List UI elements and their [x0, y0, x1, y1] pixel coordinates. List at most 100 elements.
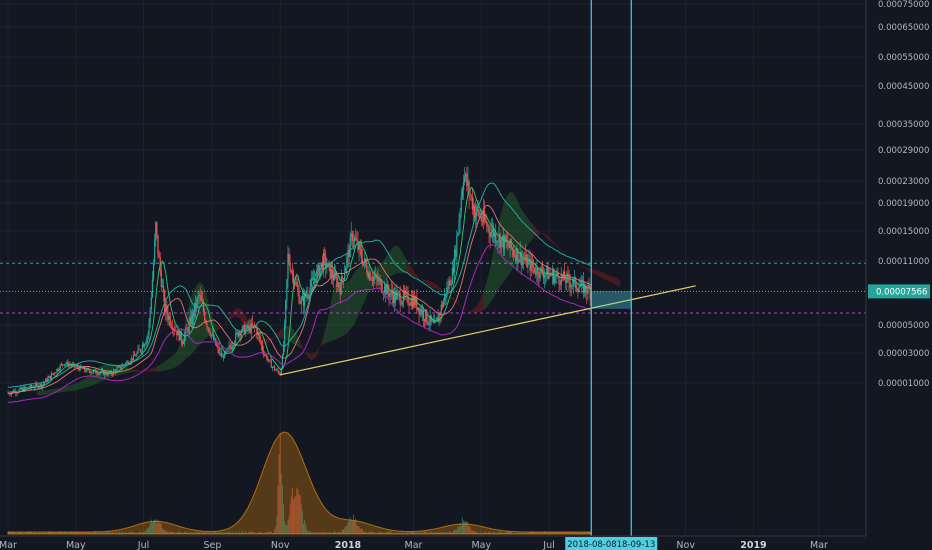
- candle-body: [135, 355, 137, 357]
- candle-body: [307, 294, 309, 297]
- candle-body: [175, 330, 177, 332]
- candle-body: [288, 253, 290, 264]
- cloud-segment: [46, 389, 51, 395]
- candle-body: [76, 365, 78, 367]
- candle-body: [50, 373, 52, 379]
- candle-body: [324, 253, 326, 257]
- volume-axis: -0.0000050-0.0000200-0.0000400-0.0000600…: [870, 0, 919, 3]
- candle-body: [576, 287, 578, 290]
- candle-body: [464, 176, 466, 182]
- time-tick-label: Sep: [203, 540, 221, 550]
- candle-body: [560, 274, 562, 285]
- candle-body: [361, 258, 363, 265]
- candle-body: [171, 327, 174, 331]
- candle-body: [368, 272, 370, 278]
- candle-body: [454, 249, 456, 273]
- candle-body: [260, 341, 262, 345]
- candle-body: [424, 319, 426, 322]
- cloud-segment: [310, 353, 314, 360]
- candle-body: [442, 300, 445, 307]
- candle-body: [330, 269, 332, 278]
- candle-body: [409, 304, 411, 306]
- candle-body: [570, 285, 572, 288]
- candle-body: [329, 263, 331, 278]
- candle-body: [414, 296, 416, 306]
- candle-body: [134, 354, 136, 356]
- cloud-segment: [43, 390, 47, 395]
- candle-body: [264, 354, 266, 356]
- cloud-segment: [526, 216, 531, 247]
- candle-body: [543, 275, 546, 279]
- candle-body: [372, 276, 375, 281]
- cloud-segment: [393, 245, 397, 275]
- candle-body: [589, 288, 591, 299]
- candle-body: [412, 296, 415, 308]
- time-tick-label: Nov: [676, 540, 695, 550]
- price-chart[interactable]: 0.000750000.000650000.000550000.00045000…: [0, 0, 932, 550]
- candle-body: [161, 286, 164, 288]
- candle-body: [342, 278, 345, 280]
- candle-body: [151, 279, 154, 298]
- candle-body: [365, 258, 367, 265]
- candle-body: [199, 294, 201, 296]
- candle-body: [259, 336, 261, 342]
- candle-body: [350, 233, 352, 237]
- candle-body: [542, 273, 545, 279]
- candle-body: [308, 296, 310, 297]
- candle-body: [558, 277, 560, 284]
- price-tick-label: 0.00001000: [878, 379, 929, 389]
- candle-body: [295, 282, 297, 285]
- candle-body: [278, 371, 280, 375]
- candle-body: [114, 370, 116, 371]
- candle-body: [452, 267, 455, 273]
- candle-body: [144, 344, 146, 347]
- candle-body: [58, 369, 60, 371]
- candle-body: [441, 304, 443, 307]
- candle-body: [239, 331, 241, 336]
- candle-body: [355, 237, 357, 240]
- candle-body: [85, 370, 87, 372]
- candle-body: [571, 284, 573, 286]
- time-tick-label: Jul: [137, 540, 149, 550]
- candle-body: [26, 387, 28, 389]
- candle-body: [339, 287, 341, 295]
- price-tick-label: 0.00005000: [878, 321, 929, 331]
- candle-body: [131, 358, 134, 360]
- candle-body: [231, 346, 234, 349]
- candle-body: [19, 387, 21, 390]
- candle-body: [154, 241, 156, 264]
- candle-body: [311, 277, 314, 279]
- candle-body: [510, 239, 512, 249]
- candle-body: [136, 353, 138, 356]
- candle-body: [146, 337, 148, 343]
- candle-body: [500, 238, 502, 248]
- candle-body: [431, 320, 433, 322]
- candle-body: [515, 254, 517, 262]
- candle-body: [66, 361, 68, 364]
- candle-body: [374, 276, 376, 278]
- candle-body: [486, 221, 488, 227]
- candle-body: [417, 307, 419, 310]
- candle-body: [472, 205, 475, 210]
- candle-body: [444, 294, 446, 301]
- candle-body: [490, 231, 492, 237]
- candle-body: [212, 333, 215, 340]
- candle-body: [229, 345, 231, 348]
- candle-body: [102, 370, 105, 375]
- candle-body: [367, 273, 369, 278]
- candle-body: [492, 228, 495, 237]
- candle-body: [550, 274, 552, 276]
- candle-body: [251, 323, 254, 327]
- candle-body: [536, 268, 538, 275]
- candle-body: [276, 369, 278, 371]
- candle-body: [214, 338, 216, 340]
- candle-body: [527, 260, 529, 268]
- candle-body: [451, 267, 453, 284]
- candle-body: [513, 254, 516, 256]
- candle-body: [537, 268, 539, 277]
- candle-body: [357, 240, 359, 250]
- candle-body: [117, 366, 119, 368]
- cloud-segment: [353, 269, 357, 326]
- candle-body: [274, 366, 276, 370]
- candle-body: [187, 329, 189, 333]
